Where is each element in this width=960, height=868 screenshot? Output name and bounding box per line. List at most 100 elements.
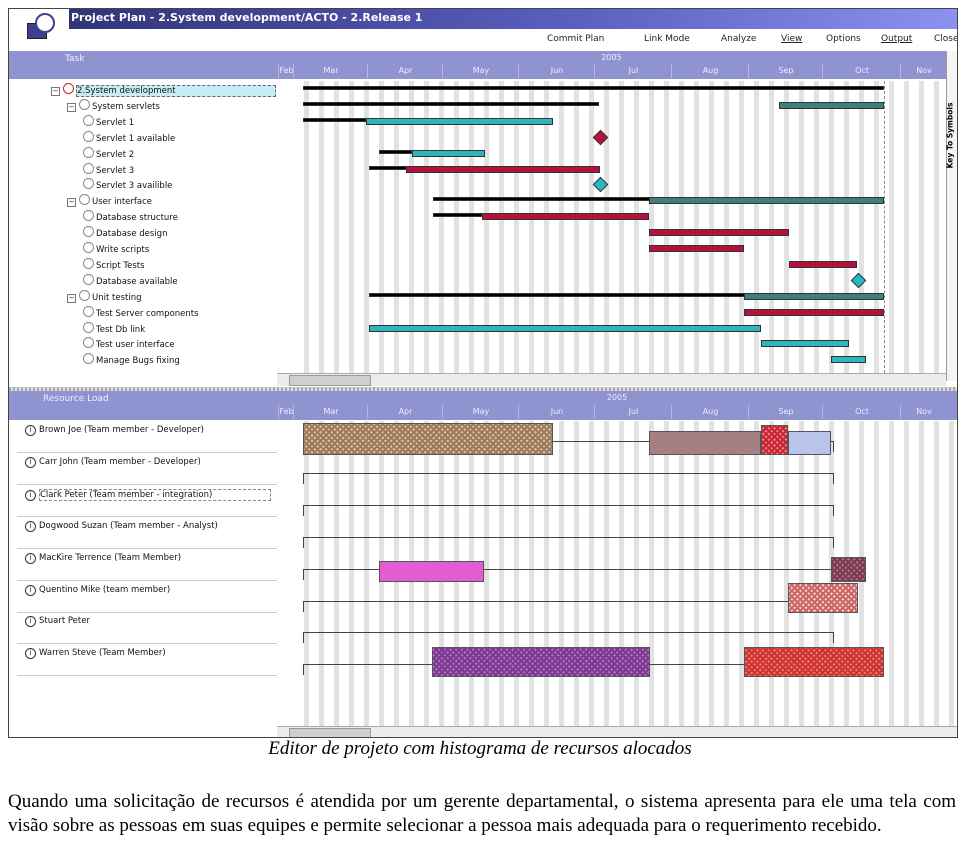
commit-plan-button[interactable]: Commit Plan — [547, 34, 604, 44]
scroll-thumb[interactable] — [289, 375, 371, 386]
resource-load-bar[interactable] — [303, 423, 553, 455]
task-bar[interactable] — [761, 340, 849, 348]
month-mar: Mar — [293, 405, 368, 419]
task-row[interactable]: Test Server components — [83, 305, 199, 319]
task-row[interactable]: Servlet 1 — [83, 114, 134, 128]
resource-load-bar[interactable] — [788, 431, 831, 455]
task-bar[interactable] — [789, 260, 857, 268]
task-label: Servlet 3 availible — [96, 181, 173, 192]
task-bar[interactable] — [369, 165, 406, 170]
task-horizontal-scrollbar[interactable] — [277, 373, 946, 386]
task-row[interactable]: Test Db link — [83, 321, 145, 335]
resource-load-bar[interactable] — [432, 647, 650, 677]
link-mode-button[interactable]: Link Mode — [644, 34, 690, 44]
resource-load-bar[interactable] — [649, 431, 761, 455]
resource-load-bar[interactable] — [831, 557, 866, 582]
info-icon[interactable]: i — [25, 520, 36, 532]
resource-load-bar[interactable] — [761, 425, 788, 455]
task-label: User interface — [92, 197, 152, 208]
resource-load-bar[interactable] — [744, 647, 884, 677]
resource-horizontal-scrollbar[interactable] — [277, 726, 957, 737]
resource-load-bar[interactable] — [379, 561, 484, 582]
task-row[interactable]: Test user interface — [83, 337, 175, 350]
task-row[interactable]: Servlet 3 — [83, 162, 134, 176]
task-bar[interactable] — [744, 308, 884, 316]
month-jun: Jun — [518, 405, 595, 419]
resource-row[interactable]: i MacKire Terrence (Team Member) — [25, 552, 181, 564]
task-row[interactable]: Database structure — [83, 210, 178, 223]
task-bar[interactable] — [412, 149, 485, 157]
task-row[interactable]: Database available — [83, 273, 178, 287]
task-icon — [83, 146, 94, 158]
task-bar[interactable] — [649, 245, 744, 252]
task-row[interactable]: Servlet 2 — [83, 146, 134, 160]
analyze-button[interactable]: Analyze — [721, 34, 756, 44]
resource-row[interactable]: i Carr John (Team member - Developer) — [25, 456, 201, 468]
milestone-icon[interactable] — [850, 272, 867, 289]
task-row[interactable]: − System servlets — [67, 98, 160, 112]
task-row[interactable]: Write scripts — [83, 242, 149, 255]
resource-row[interactable]: i Quentino Mike (team member) — [25, 584, 170, 596]
task-row[interactable]: Servlet 1 available — [83, 130, 175, 144]
resource-name: Warren Steve (Team Member) — [39, 648, 166, 659]
task-bar[interactable] — [406, 165, 600, 173]
resource-row[interactable]: i Brown Joe (Team member - Developer) — [25, 425, 204, 436]
task-label: 2.System development — [76, 85, 276, 97]
scroll-thumb[interactable] — [289, 728, 371, 737]
options-button[interactable]: Options — [826, 34, 861, 44]
task-label: Database design — [96, 229, 168, 240]
month-apr: Apr — [367, 405, 443, 419]
milestone-icon[interactable] — [592, 177, 609, 193]
task-row[interactable]: Servlet 3 availible — [83, 178, 172, 191]
task-row[interactable]: Manage Bugs fixing — [83, 353, 180, 366]
task-row[interactable]: Script Tests — [83, 257, 145, 271]
task-row[interactable]: − User interface — [67, 194, 152, 208]
info-icon[interactable]: i — [25, 584, 36, 596]
task-bar[interactable] — [649, 229, 789, 237]
view-button[interactable]: View — [781, 34, 802, 44]
task-bar[interactable] — [366, 117, 553, 125]
task-row[interactable]: − 2.System development — [51, 83, 276, 97]
task-row[interactable]: Database design — [83, 226, 167, 239]
task-bar[interactable] — [831, 356, 866, 364]
task-bar[interactable] — [744, 292, 884, 300]
info-icon[interactable]: i — [25, 616, 36, 628]
resource-name: Clark Peter (Team member - integration) — [39, 488, 271, 501]
month-mar: Mar — [293, 64, 368, 78]
resource-row[interactable]: i Clark Peter (Team member - integration) — [25, 488, 271, 501]
info-icon[interactable]: i — [25, 648, 36, 660]
task-label: Manage Bugs fixing — [96, 356, 180, 367]
task-bar[interactable] — [369, 324, 761, 332]
task-icon — [83, 114, 94, 126]
task-row[interactable]: − Unit testing — [67, 289, 142, 303]
task-label: Test Server components — [96, 308, 199, 319]
collapse-icon[interactable]: − — [67, 198, 76, 208]
key-to-symbols-tab[interactable]: Key To Symbols — [945, 51, 957, 381]
task-bar[interactable] — [482, 213, 649, 221]
task-bar[interactable] — [303, 117, 366, 122]
collapse-icon[interactable]: − — [51, 87, 60, 96]
output-button[interactable]: Output — [881, 34, 912, 44]
close-button[interactable]: Close — [934, 34, 957, 44]
milestone-icon[interactable] — [592, 129, 609, 145]
info-icon[interactable]: i — [25, 489, 36, 501]
body-paragraph: Quando uma solicitação de recursos é ate… — [8, 791, 956, 836]
task-bar[interactable] — [649, 197, 884, 205]
task-label: Unit testing — [92, 292, 142, 303]
info-icon[interactable]: i — [25, 552, 36, 564]
key-to-symbols-label: Key To Symbols — [945, 102, 955, 169]
resource-row[interactable]: i Stuart Peter — [25, 616, 90, 628]
collapse-icon[interactable]: − — [67, 102, 76, 112]
task-bar[interactable] — [433, 213, 482, 218]
collapse-icon[interactable]: − — [67, 293, 76, 303]
task-bar[interactable] — [303, 86, 884, 90]
task-bar[interactable] — [379, 149, 412, 154]
info-icon[interactable]: i — [25, 456, 36, 468]
task-bar[interactable] — [303, 101, 599, 106]
resource-row[interactable]: i Warren Steve (Team Member) — [25, 648, 166, 660]
resource-load-bar[interactable] — [788, 583, 858, 613]
info-icon[interactable]: i — [25, 425, 36, 436]
task-bar[interactable] — [779, 101, 884, 109]
task-icon — [79, 98, 90, 110]
resource-row[interactable]: i Dogwood Suzan (Team member - Analyst) — [25, 520, 218, 532]
